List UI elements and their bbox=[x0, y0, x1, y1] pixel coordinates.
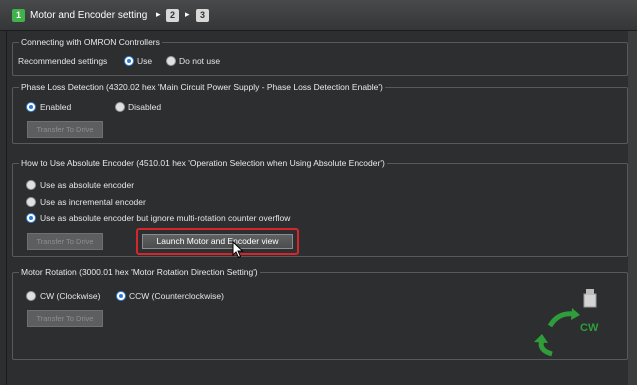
do-not-use-radio-label[interactable]: Do not use bbox=[179, 56, 220, 66]
step-2-badge[interactable]: 2 bbox=[166, 9, 179, 22]
transfer-to-drive-button[interactable]: Transfer To Drive bbox=[27, 310, 103, 327]
enabled-radio-label[interactable]: Enabled bbox=[40, 102, 71, 112]
use-radio[interactable] bbox=[124, 56, 134, 66]
cw-radio-label[interactable]: CW (Clockwise) bbox=[40, 291, 100, 301]
absolute-encoder-radio[interactable] bbox=[26, 180, 36, 190]
use-radio-label[interactable]: Use bbox=[137, 56, 152, 66]
breadcrumb-arrow-icon: ▸ bbox=[156, 9, 161, 19]
recommended-settings-label: Recommended settings bbox=[18, 56, 108, 66]
absolute-ignore-overflow-radio[interactable] bbox=[26, 213, 36, 223]
wizard-header: 1 Motor and Encoder setting ▸ 2 ▸ 3 bbox=[0, 0, 637, 31]
absolute-ignore-overflow-label[interactable]: Use as absolute encoder but ignore multi… bbox=[40, 213, 290, 223]
ccw-radio-label[interactable]: CCW (Counterclockwise) bbox=[129, 291, 224, 301]
launch-motor-encoder-view-button[interactable]: Launch Motor and Encoder view bbox=[142, 234, 293, 249]
incremental-encoder-label[interactable]: Use as incremental encoder bbox=[40, 197, 146, 207]
breadcrumb-arrow-icon: ▸ bbox=[185, 9, 190, 19]
launch-highlight-box: Launch Motor and Encoder view bbox=[136, 228, 299, 255]
disabled-radio-label[interactable]: Disabled bbox=[128, 102, 161, 112]
motor-rotation-legend: Motor Rotation (3000.01 hex 'Motor Rotat… bbox=[19, 267, 260, 277]
omron-legend: Connecting with OMRON Controllers bbox=[19, 37, 162, 47]
absolute-encoder-legend: How to Use Absolute Encoder (4510.01 hex… bbox=[19, 158, 387, 168]
cw-diagram-label: CW bbox=[580, 322, 599, 334]
enabled-radio[interactable] bbox=[26, 102, 36, 112]
motor-rotation-diagram: CW bbox=[528, 288, 608, 360]
absolute-encoder-label[interactable]: Use as absolute encoder bbox=[40, 180, 134, 190]
incremental-encoder-radio[interactable] bbox=[26, 197, 36, 207]
step-1-badge[interactable]: 1 bbox=[12, 9, 25, 22]
transfer-to-drive-button[interactable]: Transfer To Drive bbox=[27, 233, 103, 250]
phase-loss-legend: Phase Loss Detection (4320.02 hex 'Main … bbox=[19, 82, 385, 92]
step-3-badge[interactable]: 3 bbox=[196, 9, 209, 22]
absolute-encoder-group: How to Use Absolute Encoder (4510.01 hex… bbox=[12, 158, 628, 257]
phase-loss-group: Phase Loss Detection (4320.02 hex 'Main … bbox=[12, 82, 628, 144]
do-not-use-radio[interactable] bbox=[166, 56, 176, 66]
vertical-scrollbar[interactable] bbox=[628, 31, 637, 385]
mouse-cursor-icon bbox=[232, 241, 244, 259]
transfer-to-drive-button[interactable]: Transfer To Drive bbox=[27, 121, 103, 138]
ccw-radio[interactable] bbox=[116, 291, 126, 301]
cw-radio[interactable] bbox=[26, 291, 36, 301]
disabled-radio[interactable] bbox=[115, 102, 125, 112]
step-1-label[interactable]: Motor and Encoder setting bbox=[30, 10, 147, 21]
